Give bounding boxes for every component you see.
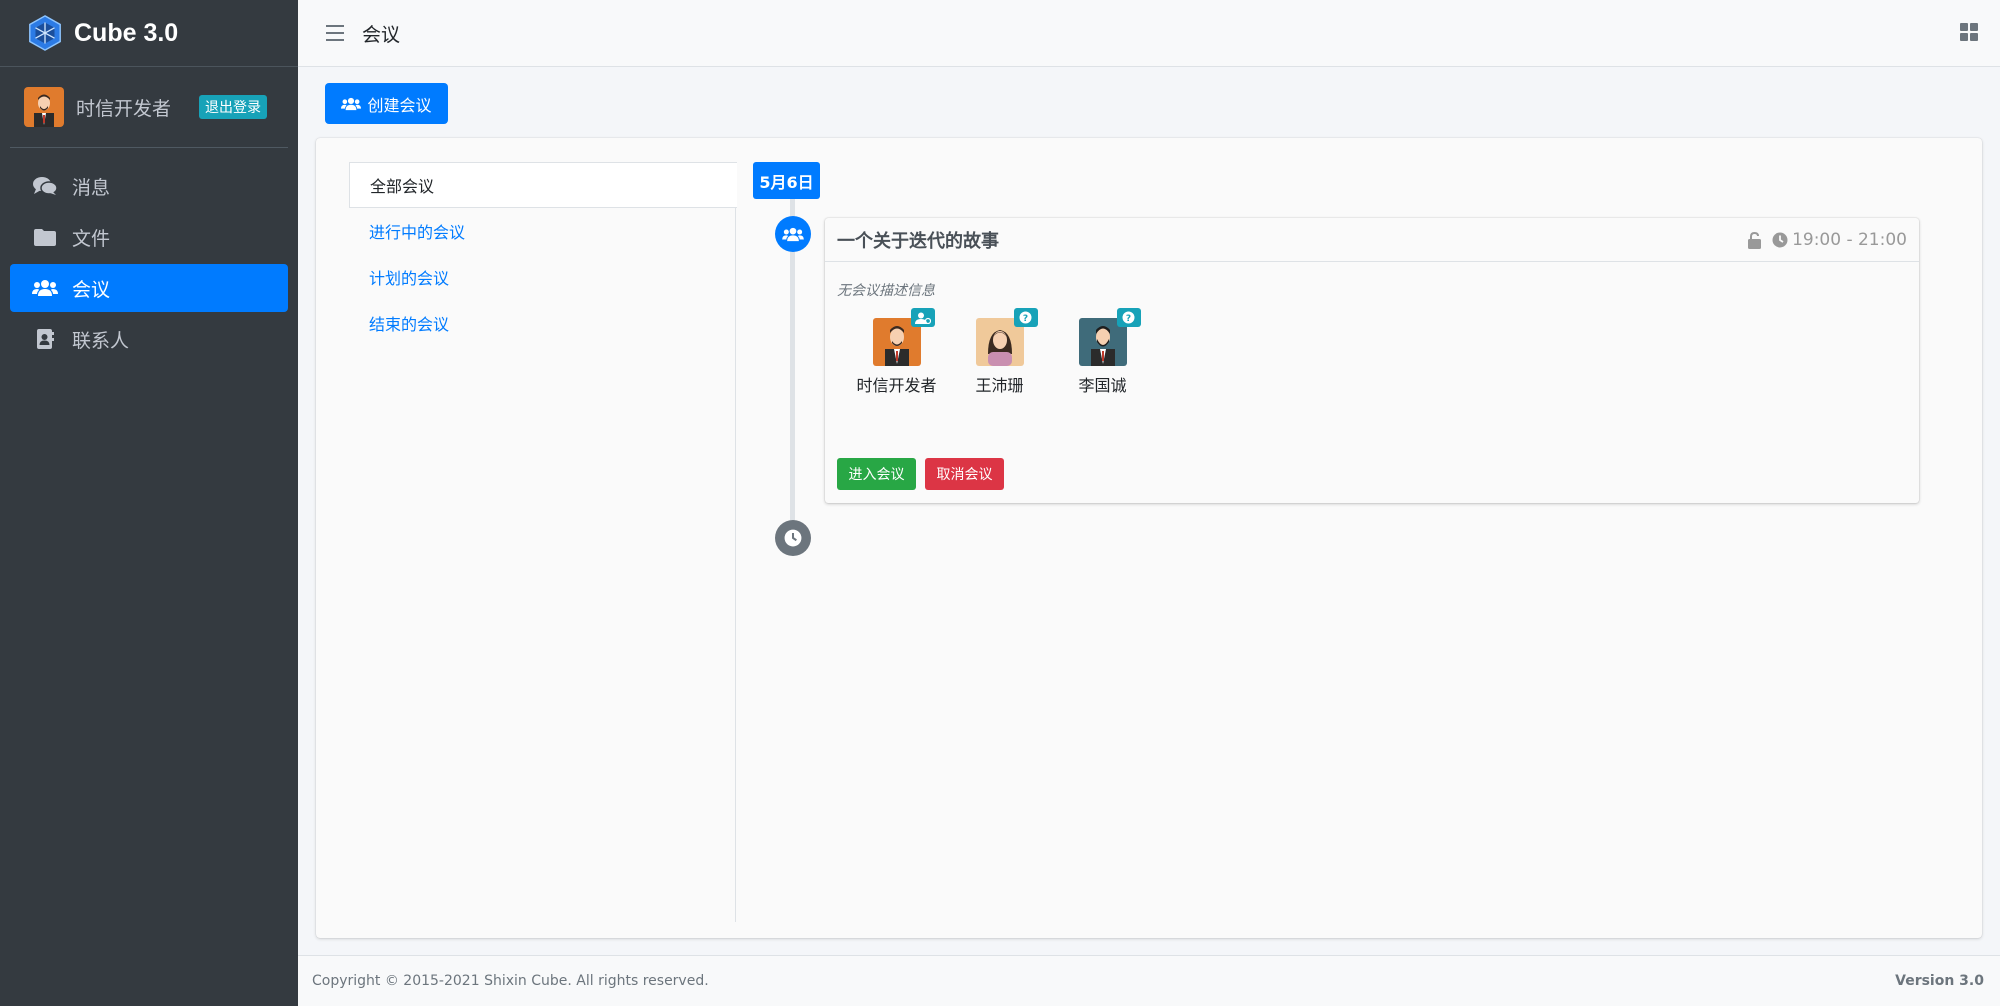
brand[interactable]: Cube 3.0 xyxy=(0,0,298,67)
timeline-users-icon xyxy=(775,216,811,252)
filter-all-meetings[interactable]: 全部会议 xyxy=(349,162,737,208)
participant[interactable]: ? 王沛珊 xyxy=(948,308,1051,396)
top-header: 会议 xyxy=(298,0,2000,67)
unlock-icon xyxy=(1748,231,1762,249)
sidebar-item-label: 消息 xyxy=(72,176,111,199)
logout-button[interactable]: 退出登录 xyxy=(199,95,268,119)
folder-icon xyxy=(32,226,58,248)
filter-scheduled-meetings[interactable]: 计划的会议 xyxy=(349,254,737,300)
users-icon xyxy=(341,97,362,110)
sidebar-item-label: 联系人 xyxy=(72,329,130,352)
meeting-description: 无会议描述信息 xyxy=(837,283,935,299)
create-meeting-label: 创建会议 xyxy=(367,97,432,115)
question-icon: ? xyxy=(1116,308,1141,327)
question-icon: ? xyxy=(1013,308,1038,327)
menu-toggle-icon[interactable] xyxy=(326,25,344,41)
join-meeting-button[interactable]: 进入会议 xyxy=(837,458,916,490)
users-icon xyxy=(32,277,58,299)
meeting-header: 一个关于迭代的故事 19:00 - 21:00 xyxy=(825,218,1919,262)
cancel-meeting-button[interactable]: 取消会议 xyxy=(925,458,1004,490)
sidebar-item-label: 会议 xyxy=(72,278,111,301)
sidebar-nav: 消息 文件 会议 联系人 xyxy=(0,148,298,363)
brand-title: Cube 3.0 xyxy=(74,18,179,47)
host-icon xyxy=(910,308,935,327)
copyright-text: Copyright © 2015-2021 Shixin Cube. All r… xyxy=(312,973,709,989)
cube-logo-icon xyxy=(29,15,61,51)
sidebar-item-messages[interactable]: 消息 xyxy=(10,162,288,210)
clock-icon xyxy=(1772,232,1788,248)
avatar[interactable] xyxy=(24,87,64,127)
filter-ongoing-meetings[interactable]: 进行中的会议 xyxy=(349,208,737,254)
developer-avatar-icon xyxy=(24,87,64,127)
participant-name: 王沛珊 xyxy=(975,376,1024,395)
meeting-time-text: 19:00 - 21:00 xyxy=(1792,230,1907,250)
participant-list: 时信开发者 ? 王沛珊 ? 李国诚 xyxy=(845,308,1154,396)
meeting-time: 19:00 - 21:00 xyxy=(1741,230,1907,250)
address-book-icon xyxy=(32,328,58,350)
sidebar-item-meetings[interactable]: 会议 xyxy=(10,264,288,312)
svg-text:?: ? xyxy=(1023,314,1028,324)
create-meeting-button[interactable]: 创建会议 xyxy=(325,83,448,124)
sidebar-item-label: 文件 xyxy=(72,227,111,250)
footer: Copyright © 2015-2021 Shixin Cube. All r… xyxy=(298,955,2000,1006)
user-panel: 时信开发者 退出登录 xyxy=(10,67,288,148)
participant-name: 时信开发者 xyxy=(856,376,937,395)
sidebar-item-files[interactable]: 文件 xyxy=(10,213,288,261)
comments-icon xyxy=(32,175,58,197)
timeline-date-badge: 5月6日 xyxy=(753,162,820,199)
user-name[interactable]: 时信开发者 xyxy=(76,94,171,121)
sidebar-item-contacts[interactable]: 联系人 xyxy=(10,315,288,363)
participant[interactable]: ? 李国诚 xyxy=(1051,308,1154,396)
meeting-item: 一个关于迭代的故事 19:00 - 21:00 无会议描述信息 时信开发者 ? … xyxy=(825,218,1919,503)
meeting-title[interactable]: 一个关于迭代的故事 xyxy=(837,227,999,253)
grid-view-icon[interactable] xyxy=(1960,23,1978,41)
participant-name: 李国诚 xyxy=(1078,376,1127,395)
page-title: 会议 xyxy=(362,23,401,46)
participant[interactable]: 时信开发者 xyxy=(845,308,948,396)
meeting-filter-list: 全部会议 进行中的会议 计划的会议 结束的会议 xyxy=(349,162,737,346)
filter-ended-meetings[interactable]: 结束的会议 xyxy=(349,300,737,346)
timeline-clock-icon xyxy=(775,520,811,556)
sidebar: Cube 3.0 时信开发者 退出登录 消息 文件 会议 联系人 xyxy=(0,0,298,1006)
list-divider xyxy=(735,207,736,922)
version-text: Version 3.0 xyxy=(1895,973,1984,989)
svg-text:?: ? xyxy=(1126,314,1131,324)
